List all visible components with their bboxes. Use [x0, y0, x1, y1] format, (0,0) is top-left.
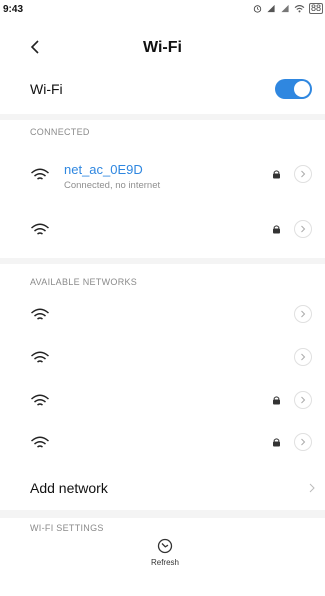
- refresh-button[interactable]: Refresh: [147, 538, 183, 583]
- wifi-icon: [31, 436, 49, 448]
- status-icons: 88: [253, 3, 323, 14]
- network-details-button[interactable]: [294, 165, 312, 183]
- status-time: 9:43: [3, 4, 24, 15]
- refresh-icon: [157, 538, 173, 554]
- battery-icon: 88: [308, 3, 323, 14]
- lock-icon: [273, 438, 280, 447]
- top-bar: Wi-Fi: [0, 30, 325, 68]
- page-title: Wi-Fi: [143, 39, 182, 56]
- network-details-button[interactable]: [294, 348, 312, 366]
- signal-icon: [267, 4, 275, 13]
- network-status: Connected, no internet: [64, 180, 161, 191]
- signal-icon-2: [281, 4, 289, 13]
- network-details-button[interactable]: [294, 305, 312, 323]
- available-network-item[interactable]: [0, 343, 325, 373]
- chevron-right-icon: [301, 353, 306, 361]
- network-details-button[interactable]: [294, 220, 312, 238]
- available-network-item[interactable]: [0, 300, 325, 330]
- refresh-label: Refresh: [150, 558, 179, 567]
- lock-icon: [273, 396, 280, 405]
- chevron-right-icon: [301, 396, 306, 404]
- section-divider: [0, 258, 325, 264]
- wifi-toggle-label: Wi-Fi: [30, 81, 63, 97]
- chevron-right-icon: [301, 170, 306, 178]
- chevron-right-icon: [301, 310, 306, 318]
- network-name: net_ac_0E9D: [64, 162, 143, 177]
- lock-icon: [273, 170, 280, 179]
- section-divider: [0, 114, 325, 120]
- wifi-status-icon: [294, 5, 305, 13]
- wifi-icon: [31, 394, 49, 406]
- wifi-icon: [31, 168, 49, 180]
- alarm-icon: [253, 5, 262, 13]
- add-network-label: Add network: [30, 480, 108, 496]
- chevron-right-icon: [301, 438, 306, 446]
- wifi-icon: [31, 223, 49, 235]
- available-section-header: AVAILABLE NETWORKS: [30, 277, 138, 287]
- status-bar: 9:43 88: [0, 0, 325, 22]
- wifi-icon: [31, 308, 49, 320]
- wifi-toggle[interactable]: [275, 79, 312, 99]
- chevron-right-icon: [309, 483, 315, 493]
- lock-icon: [273, 225, 280, 234]
- network-details-button[interactable]: [294, 391, 312, 409]
- section-divider: [0, 510, 325, 518]
- wifi-icon: [31, 351, 49, 363]
- wifi-toggle-row[interactable]: Wi-Fi: [0, 75, 325, 103]
- network-details-button[interactable]: [294, 433, 312, 451]
- connected-section-header: CONNECTED: [30, 127, 90, 137]
- chevron-right-icon: [301, 225, 306, 233]
- toggle-knob: [294, 81, 310, 97]
